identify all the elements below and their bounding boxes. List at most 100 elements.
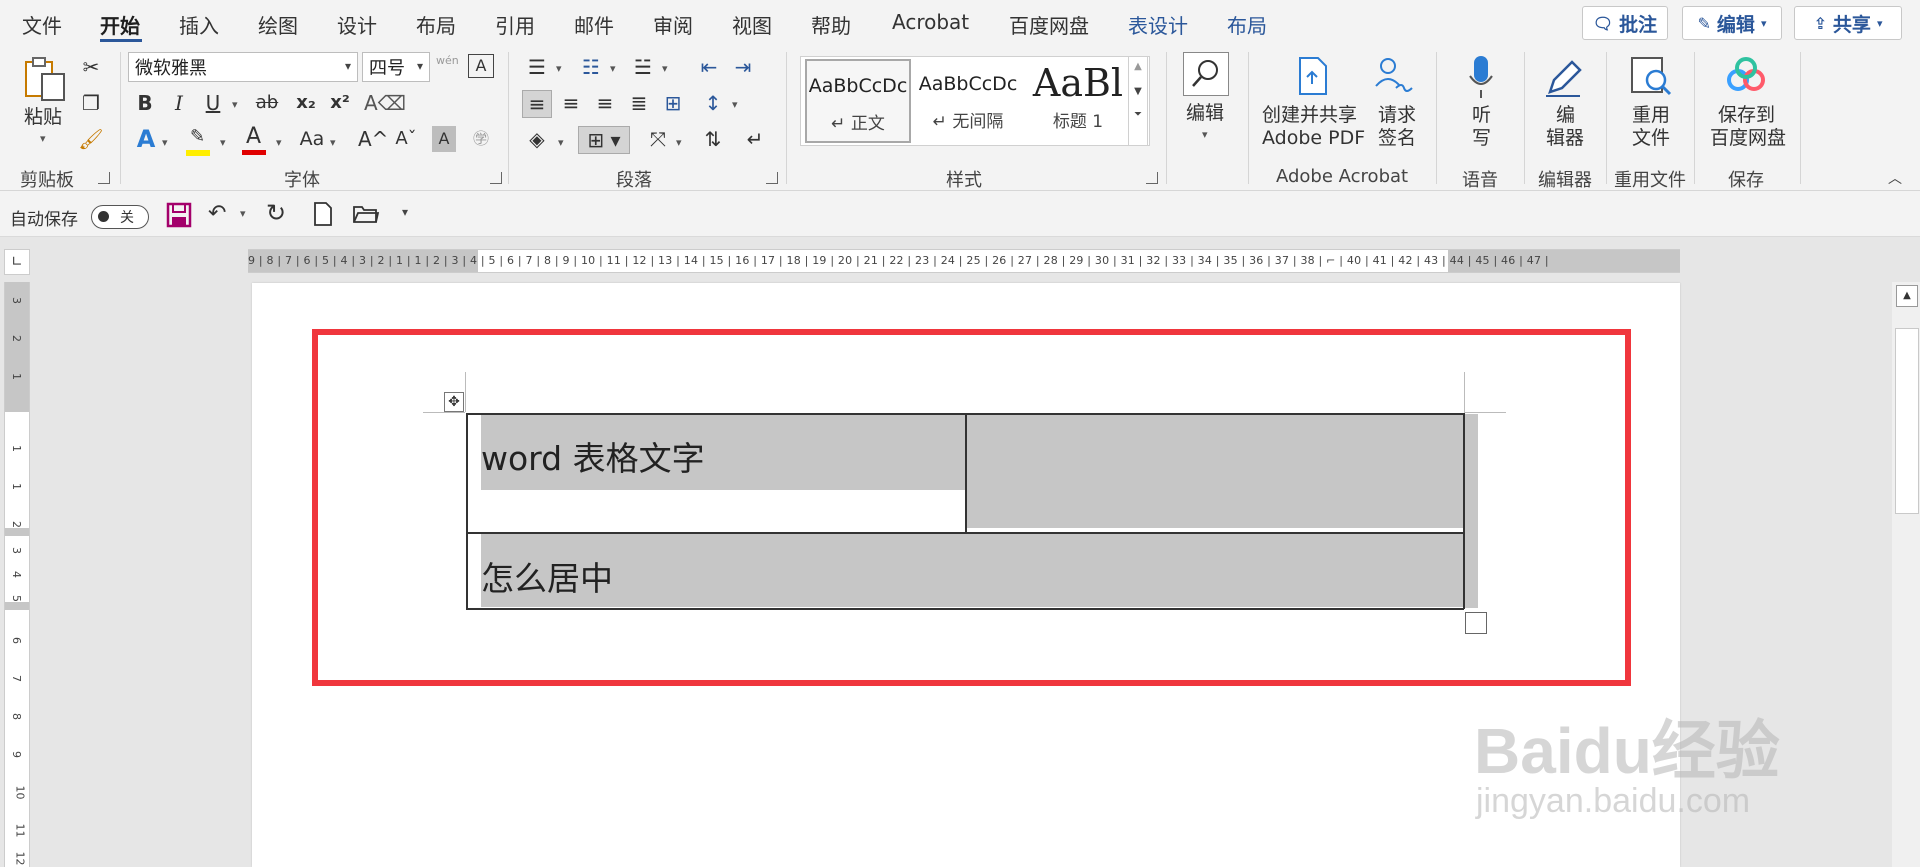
customize-qat-icon[interactable]: ▾ <box>402 205 408 219</box>
dictate-line2[interactable]: 写 <box>1472 127 1491 150</box>
chevron-down-icon[interactable]: ▾ <box>676 136 682 149</box>
microphone-icon[interactable] <box>1466 54 1496 100</box>
styles-scroll[interactable]: ▲ ▼ ⏷ <box>1128 56 1148 146</box>
font-color-icon[interactable]: A <box>240 124 270 158</box>
tab-table-layout[interactable]: 布局 <box>1227 10 1267 39</box>
chinese-layout-icon[interactable]: ⤧ <box>640 126 676 152</box>
chevron-down-icon[interactable]: ▾ <box>610 62 616 75</box>
line-spacing-icon[interactable]: ↕ <box>698 90 728 116</box>
char-border-icon[interactable]: A <box>468 54 494 78</box>
baidu-netdisk-icon[interactable] <box>1722 56 1770 96</box>
reuse-line1[interactable]: 重用 <box>1632 104 1670 127</box>
share-button[interactable]: ⇪ 共享 ▾ <box>1794 6 1902 40</box>
underline-button[interactable]: U <box>200 90 226 116</box>
open-folder-icon[interactable] <box>352 203 380 225</box>
paragraph-launcher-icon[interactable] <box>766 172 778 184</box>
font-name-select[interactable]: 微软雅黑 ▾ <box>128 52 358 82</box>
save-baidu-line2[interactable]: 百度网盘 <box>1710 127 1786 150</box>
table-move-handle-icon[interactable]: ✥ <box>444 392 464 412</box>
dictate-line1[interactable]: 听 <box>1472 104 1491 127</box>
format-painter-icon[interactable]: 🖌 <box>78 126 104 152</box>
chevron-down-icon[interactable]: ▾ <box>232 98 238 111</box>
save-baidu-line1[interactable]: 保存到 <box>1718 104 1775 127</box>
table-resize-handle-icon[interactable] <box>1465 612 1487 634</box>
distributed-icon[interactable]: ⊞ <box>658 90 688 116</box>
char-shading-icon[interactable]: A <box>432 126 456 152</box>
comment-button[interactable]: 🗨 批注 <box>1582 6 1668 40</box>
tab-file[interactable]: 文件 <box>22 10 62 39</box>
numbering-icon[interactable]: ☷ <box>576 54 606 80</box>
request-signature-icon[interactable] <box>1370 54 1416 98</box>
paste-label[interactable]: 粘贴 <box>24 106 62 129</box>
bold-button[interactable]: B <box>132 90 158 116</box>
tab-acrobat[interactable]: Acrobat <box>892 10 969 34</box>
highlight-color-icon[interactable]: ✎ <box>184 126 214 158</box>
collapse-ribbon-icon[interactable]: ︿ <box>1888 168 1902 188</box>
tab-view[interactable]: 视图 <box>732 10 772 39</box>
superscript-button[interactable]: x² <box>326 90 354 116</box>
tab-references[interactable]: 引用 <box>495 10 535 39</box>
chevron-down-icon[interactable]: ▾ <box>558 136 564 149</box>
chevron-down-icon[interactable]: ▾ <box>40 132 46 145</box>
tab-baidu-netdisk[interactable]: 百度网盘 <box>1009 10 1089 39</box>
autosave-toggle[interactable]: 关 <box>91 205 149 229</box>
grow-font-button[interactable]: A^ <box>358 126 388 152</box>
editor-pen-icon[interactable] <box>1540 54 1588 100</box>
chevron-down-icon[interactable]: ▾ <box>220 136 226 149</box>
request-signature-line1[interactable]: 请求 <box>1378 104 1416 127</box>
italic-button[interactable]: I <box>166 90 192 116</box>
tab-insert[interactable]: 插入 <box>179 10 219 39</box>
text-effects-icon[interactable]: A <box>132 126 160 152</box>
show-marks-icon[interactable]: ↵ <box>740 126 770 152</box>
subscript-button[interactable]: x₂ <box>292 90 320 116</box>
chevron-down-icon[interactable]: ▾ <box>1202 128 1208 141</box>
style-normal[interactable]: AaBbCcDc ↵ 正文 <box>805 59 911 143</box>
tab-design[interactable]: 设计 <box>337 10 377 39</box>
chevron-down-icon[interactable]: ▾ <box>162 136 168 149</box>
create-pdf-icon[interactable] <box>1292 54 1332 98</box>
sort-icon[interactable]: ⇅ <box>698 126 728 152</box>
table-cell-3-text[interactable]: 怎么居中 <box>481 552 613 600</box>
editing-label[interactable]: 编辑 <box>1186 102 1224 125</box>
phonetic-guide-icon[interactable]: wén <box>436 54 459 67</box>
vertical-scrollbar[interactable]: ▲ <box>1892 282 1920 867</box>
save-icon[interactable] <box>166 201 192 229</box>
align-left-icon[interactable]: ≡ <box>522 90 552 118</box>
multilevel-list-icon[interactable]: ☱ <box>628 54 658 80</box>
request-signature-line2[interactable]: 签名 <box>1378 127 1416 150</box>
change-case-button[interactable]: Aa <box>296 126 328 152</box>
tab-help[interactable]: 帮助 <box>811 10 851 39</box>
clipboard-launcher-icon[interactable] <box>98 172 110 184</box>
chevron-down-icon[interactable]: ▾ <box>276 136 282 149</box>
increase-indent-icon[interactable]: ⇥ <box>728 54 758 80</box>
tab-home[interactable]: 开始 <box>100 10 140 39</box>
undo-icon[interactable]: ↶ <box>208 201 226 226</box>
expand-gallery-icon[interactable]: ⏷ <box>1129 109 1147 120</box>
decrease-indent-icon[interactable]: ⇤ <box>694 54 724 80</box>
enclose-char-icon[interactable]: ㊫ <box>468 126 494 152</box>
scroll-thumb[interactable] <box>1895 328 1919 514</box>
align-center-icon[interactable]: ≡ <box>556 90 586 116</box>
tab-layout[interactable]: 布局 <box>416 10 456 39</box>
redo-icon[interactable]: ↻ <box>266 199 286 227</box>
chevron-down-icon[interactable]: ▾ <box>662 62 668 75</box>
paste-icon[interactable] <box>20 54 70 104</box>
shrink-font-button[interactable]: Aˇ <box>392 126 420 152</box>
scroll-up-icon[interactable]: ▲ <box>1896 285 1918 307</box>
tab-mailings[interactable]: 邮件 <box>574 10 614 39</box>
new-document-icon[interactable] <box>312 201 334 227</box>
chevron-down-icon[interactable]: ▾ <box>240 207 246 220</box>
bullets-icon[interactable]: ☰ <box>522 54 552 80</box>
editor-line2[interactable]: 辑器 <box>1546 127 1584 150</box>
justify-icon[interactable]: ≣ <box>624 90 654 116</box>
font-launcher-icon[interactable] <box>490 172 502 184</box>
strikethrough-button[interactable]: ab <box>252 90 282 116</box>
editor-line1[interactable]: 编 <box>1556 104 1575 127</box>
borders-icon[interactable]: ⊞ ▾ <box>578 126 630 154</box>
reuse-line2[interactable]: 文件 <box>1632 127 1670 150</box>
tab-stop-selector[interactable]: ∟ <box>4 249 30 275</box>
edit-mode-button[interactable]: ✎ 编辑 ▾ <box>1682 6 1782 40</box>
style-no-spacing[interactable]: AaBbCcDc ↵ 无间隔 <box>915 59 1021 143</box>
cut-icon[interactable]: ✂ <box>78 54 104 80</box>
chevron-down-icon[interactable]: ▾ <box>330 136 336 149</box>
